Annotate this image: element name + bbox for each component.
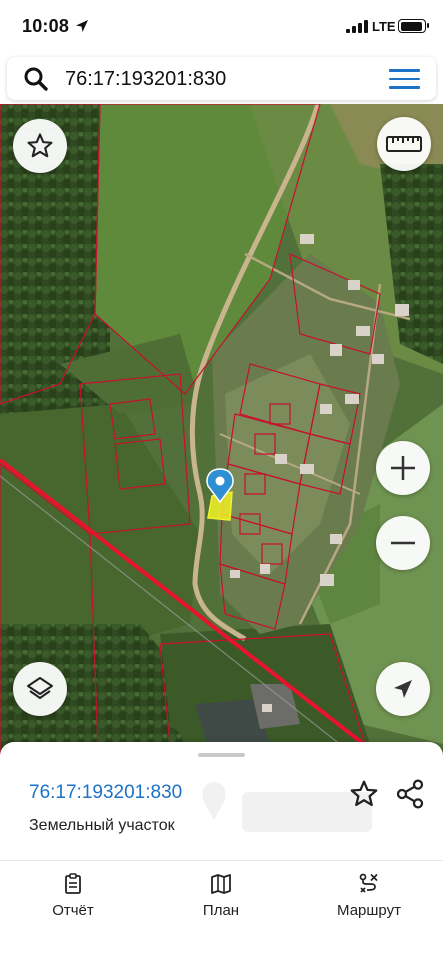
parcel-type: Земельный участок (29, 817, 175, 834)
map-plan-icon (211, 874, 231, 894)
tab-plan[interactable]: План (181, 872, 261, 922)
search-bar (7, 57, 436, 100)
location-arrow-icon (76, 20, 88, 32)
tab-report-label: Отчёт (52, 902, 94, 919)
satellite-map[interactable] (0, 104, 443, 804)
share-icon[interactable] (394, 778, 426, 810)
layers-button[interactable] (13, 662, 67, 716)
hamburger-menu-icon[interactable] (389, 69, 420, 89)
sheet-divider (0, 860, 443, 861)
tab-plan-label: План (202, 902, 240, 919)
tab-route-label: Маршрут (337, 902, 401, 919)
add-favorite-icon[interactable] (348, 778, 380, 810)
zoom-in-button[interactable] (376, 441, 430, 495)
plus-icon (391, 456, 415, 480)
tab-route[interactable]: Маршрут (326, 872, 412, 922)
cellular-signal-icon (346, 20, 368, 33)
ruler-icon (386, 136, 422, 152)
favorite-map-button[interactable] (13, 119, 67, 173)
search-icon[interactable] (23, 66, 49, 92)
zoom-out-button[interactable] (376, 516, 430, 570)
battery-icon (398, 19, 429, 33)
sheet-drag-handle[interactable] (198, 753, 245, 757)
network-type: LTE (372, 19, 396, 34)
parcel-cadastral-number[interactable]: 76:17:193201:830 (29, 782, 182, 804)
star-icon (27, 133, 53, 158)
layers-icon (27, 677, 53, 699)
map-canvas[interactable] (0, 104, 443, 804)
search-input[interactable] (65, 65, 365, 93)
parcel-info-sheet: 76:17:193201:830 Земельный участок Отчёт… (0, 742, 443, 960)
ruler-button[interactable] (377, 117, 431, 171)
navigation-arrow-icon (394, 680, 412, 698)
route-icon (359, 873, 378, 893)
minus-icon (391, 541, 415, 545)
my-location-button[interactable] (376, 662, 430, 716)
report-icon (65, 873, 81, 894)
status-time: 10:08 (22, 16, 70, 36)
tab-report[interactable]: Отчёт (33, 872, 113, 922)
status-bar: 10:08 LTE (0, 0, 443, 54)
